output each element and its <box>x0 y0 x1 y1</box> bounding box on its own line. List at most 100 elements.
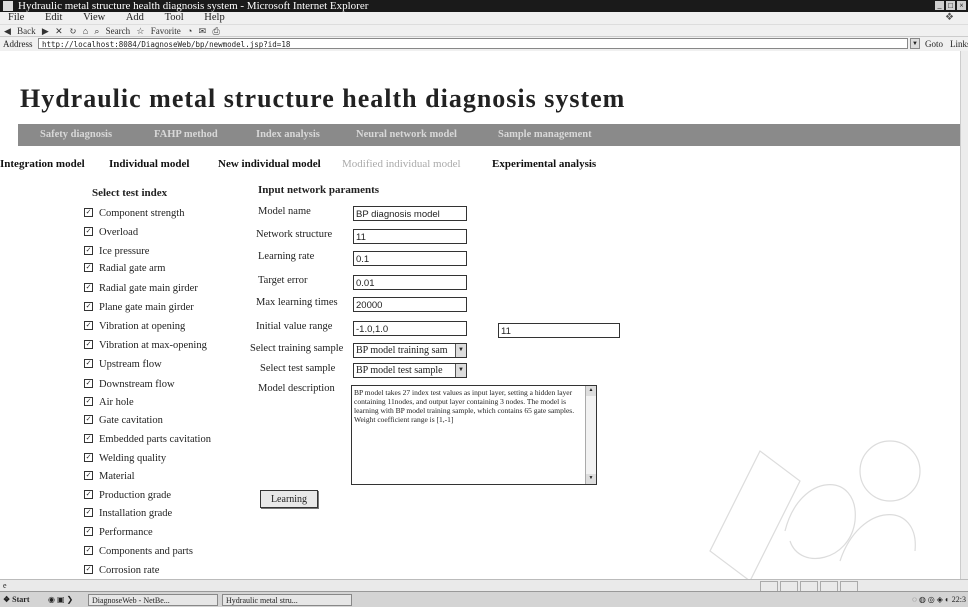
checkbox-checked-icon[interactable]: ✓ <box>84 340 93 350</box>
go-button[interactable]: Goto <box>925 37 943 51</box>
checkbox-checked-icon[interactable]: ✓ <box>84 208 93 218</box>
checkbox-checked-icon[interactable]: ✓ <box>84 263 93 273</box>
checkbox-checked-icon[interactable]: ✓ <box>84 508 93 518</box>
index-checkbox-item[interactable]: ✓ Ice pressure <box>84 246 149 257</box>
links-button[interactable]: Links <box>950 37 968 51</box>
nav-fahp-method[interactable]: FAHP method <box>154 124 218 146</box>
menu-edit[interactable]: Edit <box>45 12 63 24</box>
nav-index-analysis[interactable]: Index analysis <box>256 124 320 146</box>
checkbox-checked-icon[interactable]: ✓ <box>84 302 93 312</box>
index-checkbox-item[interactable]: ✓ Production grade <box>84 490 171 501</box>
start-button[interactable]: ❖ Start <box>3 594 30 606</box>
checkbox-checked-icon[interactable]: ✓ <box>84 490 93 500</box>
close-button[interactable]: × <box>957 1 966 10</box>
back-icon[interactable]: ◀ <box>4 26 11 36</box>
address-dropdown-icon[interactable]: ▼ <box>910 38 920 49</box>
checkbox-checked-icon[interactable]: ✓ <box>84 227 93 237</box>
menu-tool[interactable]: Tool <box>165 12 184 24</box>
quick-launch-icons[interactable]: ◉ ▣ ❯ <box>48 592 73 607</box>
checkbox-checked-icon[interactable]: ✓ <box>84 434 93 444</box>
search-icon[interactable]: ⌕ <box>94 26 99 36</box>
tab-new-individual-model[interactable]: New individual model <box>218 158 321 170</box>
address-input[interactable]: http://localhost:8084/DiagnoseWeb/bp/new… <box>38 38 908 49</box>
checkbox-checked-icon[interactable]: ✓ <box>84 283 93 293</box>
extra-structure-input[interactable]: 11 <box>498 323 620 338</box>
stop-icon[interactable]: ✕ <box>55 26 63 36</box>
model-name-input[interactable]: BP diagnosis model <box>353 206 467 221</box>
initial-value-range-input[interactable]: -1.0,1.0 <box>353 321 467 336</box>
maximize-button[interactable]: □ <box>946 1 955 10</box>
menu-add[interactable]: Add <box>126 12 144 24</box>
checkbox-checked-icon[interactable]: ✓ <box>84 471 93 481</box>
menu-help[interactable]: Help <box>204 12 224 24</box>
tab-modified-individual-model[interactable]: Modified individual model <box>342 158 461 170</box>
tray-icons[interactable]: ◌ ◍ ◎ ◈ ◐ <box>912 595 952 604</box>
index-checkbox-item[interactable]: ✓ Air hole <box>84 397 134 408</box>
network-structure-input[interactable]: 11 <box>353 229 467 244</box>
training-sample-select[interactable]: BP model training sam ▼ <box>353 343 467 358</box>
chevron-down-icon[interactable]: ▼ <box>455 364 466 377</box>
menu-view[interactable]: View <box>83 12 105 24</box>
index-checkbox-item[interactable]: ✓ Downstream flow <box>84 379 175 390</box>
scroll-up-icon[interactable]: ▲ <box>586 386 596 396</box>
checkbox-checked-icon[interactable]: ✓ <box>84 246 93 256</box>
home-icon[interactable]: ⌂ <box>83 26 88 36</box>
index-checkbox-item[interactable]: ✓ Welding quality <box>84 453 166 464</box>
index-checkbox-label: Air hole <box>99 397 134 408</box>
checkbox-checked-icon[interactable]: ✓ <box>84 546 93 556</box>
forward-icon[interactable]: ▶ <box>42 26 49 36</box>
checkbox-checked-icon[interactable]: ✓ <box>84 415 93 425</box>
tab-integration-model[interactable]: Integration model <box>0 158 85 170</box>
favorites-icon[interactable]: ☆ <box>136 26 144 36</box>
checkbox-checked-icon[interactable]: ✓ <box>84 359 93 369</box>
tab-experimental-analysis[interactable]: Experimental analysis <box>492 158 596 170</box>
index-checkbox-item[interactable]: ✓ Performance <box>84 527 153 538</box>
nav-safety-diagnosis[interactable]: Safety diagnosis <box>40 124 112 146</box>
minimize-button[interactable]: _ <box>935 1 944 10</box>
index-checkbox-item[interactable]: ✓ Radial gate arm <box>84 263 165 274</box>
checkbox-checked-icon[interactable]: ✓ <box>84 321 93 331</box>
index-checkbox-item[interactable]: ✓ Upstream flow <box>84 359 162 370</box>
nav-neural-network-model[interactable]: Neural network model <box>356 124 457 146</box>
menu-file[interactable]: File <box>8 12 24 24</box>
index-checkbox-item[interactable]: ✓ Component strength <box>84 208 184 219</box>
checkbox-checked-icon[interactable]: ✓ <box>84 397 93 407</box>
nav-sample-management[interactable]: Sample management <box>498 124 592 146</box>
page-scrollbar[interactable] <box>960 51 968 579</box>
index-checkbox-item[interactable]: ✓ Material <box>84 471 135 482</box>
task-hydraulic-ie[interactable]: Hydraulic metal stru... <box>222 594 352 606</box>
checkbox-checked-icon[interactable]: ✓ <box>84 565 93 575</box>
chevron-down-icon[interactable]: ▼ <box>455 344 466 357</box>
index-checkbox-item[interactable]: ✓ Gate cavitation <box>84 415 163 426</box>
print-icon[interactable]: ⎙ <box>212 26 219 36</box>
back-button[interactable]: Back <box>17 26 36 36</box>
textarea-scrollbar[interactable]: ▲ ▼ <box>585 386 596 484</box>
index-checkbox-item[interactable]: ✓ Embedded parts cavitation <box>84 434 211 445</box>
tab-individual-model[interactable]: Individual model <box>109 158 189 170</box>
learning-button[interactable]: Learning <box>260 490 318 508</box>
target-error-input[interactable]: 0.01 <box>353 275 467 290</box>
checkbox-checked-icon[interactable]: ✓ <box>84 379 93 389</box>
index-checkbox-item[interactable]: ✓ Corrosion rate <box>84 565 159 576</box>
index-checkbox-item[interactable]: ✓ Overload <box>84 227 138 238</box>
max-learning-times-input[interactable]: 20000 <box>353 297 467 312</box>
task-diagnoseweb[interactable]: DiagnoseWeb - NetBe... <box>88 594 218 606</box>
checkbox-checked-icon[interactable]: ✓ <box>84 527 93 537</box>
index-checkbox-item[interactable]: ✓ Components and parts <box>84 546 193 557</box>
index-checkbox-item[interactable]: ✓ Vibration at opening <box>84 321 185 332</box>
index-checkbox-item[interactable]: ✓ Vibration at max-opening <box>84 340 207 351</box>
index-checkbox-item[interactable]: ✓ Plane gate main girder <box>84 302 194 313</box>
index-checkbox-item[interactable]: ✓ Radial gate main girder <box>84 283 198 294</box>
refresh-icon[interactable]: ↻ <box>69 26 77 36</box>
mail-icon[interactable]: ✉ <box>199 26 207 36</box>
model-description-textarea[interactable]: BP model takes 27 index test values as i… <box>351 385 597 485</box>
search-button[interactable]: Search <box>106 26 131 36</box>
checkbox-checked-icon[interactable]: ✓ <box>84 453 93 463</box>
index-checkbox-label: Vibration at max-opening <box>99 340 207 351</box>
history-icon[interactable]: ◔ <box>187 26 192 36</box>
learning-rate-input[interactable]: 0.1 <box>353 251 467 266</box>
favorites-button[interactable]: Favorite <box>151 26 181 36</box>
index-checkbox-item[interactable]: ✓ Installation grade <box>84 508 172 519</box>
test-sample-select[interactable]: BP model test sample ▼ <box>353 363 467 378</box>
scroll-down-icon[interactable]: ▼ <box>586 474 596 484</box>
